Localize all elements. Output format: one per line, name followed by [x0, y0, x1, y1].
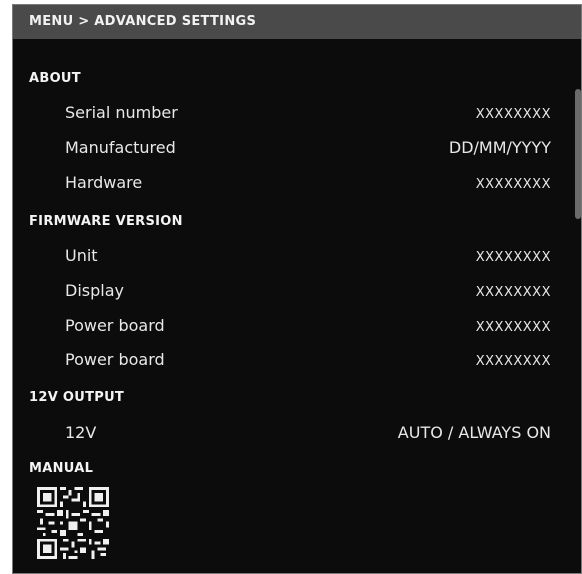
row-value-serial-number: XXXXXXXX — [475, 107, 551, 122]
row-label-manufactured: Manufactured — [65, 138, 176, 157]
qr-code-icon — [37, 487, 109, 559]
row-label-power-board-1: Power board — [65, 316, 165, 335]
row-label-serial-number: Serial number — [65, 103, 178, 122]
row-label-power-board-2: Power board — [65, 350, 165, 369]
row-label-12v: 12V — [65, 423, 97, 442]
row-value-display: XXXXXXXX — [475, 285, 551, 300]
settings-screen: MENU > ADVANCED SETTINGS ABOUT Serial nu… — [12, 4, 582, 574]
section-title-manual: MANUAL — [29, 461, 94, 476]
row-value-power-board-1: XXXXXXXX — [475, 320, 551, 335]
page-title: MENU > ADVANCED SETTINGS — [13, 5, 581, 39]
row-label-hardware: Hardware — [65, 173, 143, 192]
row-label-unit: Unit — [65, 246, 98, 265]
row-value-power-board-2: XXXXXXXX — [475, 354, 551, 369]
section-title-firmware-version: FIRMWARE VERSION — [29, 214, 183, 229]
row-value-unit: XXXXXXXX — [475, 250, 551, 265]
settings-list: ABOUT Serial number XXXXXXXX Manufacture… — [13, 39, 581, 573]
row-value-12v: AUTO / ALWAYS ON — [397, 423, 551, 442]
row-label-display: Display — [65, 281, 124, 300]
row-value-hardware: XXXXXXXX — [475, 177, 551, 192]
section-title-about: ABOUT — [29, 71, 81, 86]
row-value-manufactured: DD/MM/YYYY — [448, 138, 551, 157]
scrollbar[interactable] — [575, 89, 581, 219]
section-title-12v-output: 12V OUTPUT — [29, 390, 125, 405]
